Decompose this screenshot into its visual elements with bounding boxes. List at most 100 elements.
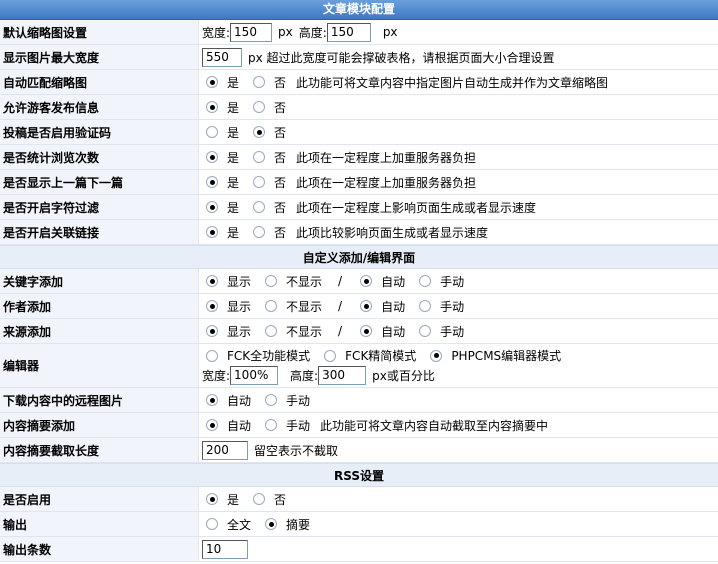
height-label: 高度: xyxy=(298,25,327,40)
px-label: px xyxy=(382,25,398,39)
radio-auto[interactable] xyxy=(360,325,373,337)
row-label: 显示图片最大宽度 xyxy=(0,45,199,69)
radio-yes[interactable] xyxy=(206,101,218,113)
page-title: 文章模块配置 xyxy=(0,0,718,20)
radio-label: 是 xyxy=(227,100,240,115)
radio-no[interactable] xyxy=(253,226,266,238)
radio-yes[interactable] xyxy=(206,76,218,88)
radio-label: 手动 xyxy=(440,324,465,339)
radio-no[interactable] xyxy=(253,176,266,188)
radio-auto[interactable] xyxy=(360,300,373,312)
radio-label: 是 xyxy=(227,150,240,165)
thumb-width-input[interactable]: 150 xyxy=(230,22,273,42)
radio-no[interactable] xyxy=(253,76,266,88)
radio-label: 自动 xyxy=(227,393,252,408)
radio-label: FCK全功能模式 xyxy=(227,349,311,363)
radio-label: 手动 xyxy=(440,299,465,314)
radio-show[interactable] xyxy=(206,325,218,337)
radio-yes[interactable] xyxy=(206,493,218,505)
radio-manual[interactable] xyxy=(419,300,432,312)
radio-hide[interactable] xyxy=(265,300,278,312)
radio-phpcms-editor[interactable] xyxy=(430,349,443,362)
row-label: 关键字添加 xyxy=(0,269,199,293)
note: 此功能可将文章内容自动截取至内容摘要中 xyxy=(320,418,549,433)
radio-auto[interactable] xyxy=(206,419,218,431)
row-hits: 是否统计浏览次数 是 否 此项在一定程度上加重服务器负担 xyxy=(0,145,718,170)
radio-label: 否 xyxy=(274,75,287,90)
radio-full-text[interactable] xyxy=(206,518,218,530)
radio-label: 显示 xyxy=(227,274,252,289)
row-label: 是否显示上一篇下一篇 xyxy=(0,170,199,194)
radio-yes[interactable] xyxy=(206,201,218,213)
row-label: 是否开启关联链接 xyxy=(0,220,199,244)
row-label: 编辑器 xyxy=(0,344,199,387)
row-rss-count: 输出条数 10 xyxy=(0,537,718,562)
radio-no[interactable] xyxy=(253,151,266,163)
row-label: 下载内容中的远程图片 xyxy=(0,388,199,412)
radio-hide[interactable] xyxy=(265,275,278,287)
radio-label: 否 xyxy=(274,492,287,507)
radio-summary[interactable] xyxy=(265,518,278,530)
radio-label: 是 xyxy=(227,125,240,140)
editor-width-input[interactable]: 100% xyxy=(230,366,279,385)
note: 留空表示不截取 xyxy=(254,443,339,458)
radio-no[interactable] xyxy=(253,101,266,113)
radio-no[interactable] xyxy=(253,201,266,213)
radio-manual[interactable] xyxy=(419,325,432,337)
radio-manual[interactable] xyxy=(265,394,278,406)
row-label: 是否启用 xyxy=(0,487,199,511)
radio-yes[interactable] xyxy=(206,126,218,138)
thumb-height-input[interactable]: 150 xyxy=(326,22,371,42)
radio-label: 显示 xyxy=(227,324,252,339)
note: px或百分比 xyxy=(372,369,435,383)
radio-label: 否 xyxy=(274,100,287,115)
radio-auto[interactable] xyxy=(206,394,218,406)
max-width-input[interactable]: 550 xyxy=(202,47,242,67)
row-rss-output: 输出 全文 摘要 xyxy=(0,512,718,537)
radio-yes[interactable] xyxy=(206,151,218,163)
radio-label: FCK精简模式 xyxy=(345,349,417,363)
radio-label: 否 xyxy=(274,225,287,240)
radio-no[interactable] xyxy=(253,126,266,138)
row-rss-enable: 是否启用 是 否 xyxy=(0,487,718,512)
radio-show[interactable] xyxy=(206,275,218,287)
summary-length-input[interactable]: 200 xyxy=(202,440,248,460)
radio-yes[interactable] xyxy=(206,226,218,238)
radio-manual[interactable] xyxy=(265,419,278,431)
row-auto-thumb: 自动匹配缩略图 是 否 此功能可将文章内容中指定图片自动生成并作为文章缩略图 xyxy=(0,70,718,95)
radio-label: 否 xyxy=(274,125,287,140)
note: 此功能可将文章内容中指定图片自动生成并作为文章缩略图 xyxy=(296,75,609,90)
radio-label: 否 xyxy=(274,150,287,165)
radio-no[interactable] xyxy=(253,493,266,505)
row-author: 作者添加 显示 不显示 / 自动 手动 xyxy=(0,294,718,319)
separator: / xyxy=(338,299,343,313)
radio-fck-simple[interactable] xyxy=(324,349,337,362)
row-label: 允许游客发布信息 xyxy=(0,95,199,119)
row-label: 是否开启字符过滤 xyxy=(0,195,199,219)
radio-show[interactable] xyxy=(206,300,218,312)
row-prev-next: 是否显示上一篇下一篇 是 否 此项在一定程度上加重服务器负担 xyxy=(0,170,718,195)
note: 此项在一定程度上加重服务器负担 xyxy=(296,175,477,190)
row-label: 内容摘要添加 xyxy=(0,413,199,437)
radio-label: 是 xyxy=(227,175,240,190)
radio-yes[interactable] xyxy=(206,176,218,188)
radio-label: 不显示 xyxy=(286,299,323,314)
row-label: 自动匹配缩略图 xyxy=(0,70,199,94)
row-summary: 内容摘要添加 自动 手动 此功能可将文章内容自动截取至内容摘要中 xyxy=(0,413,718,438)
radio-manual[interactable] xyxy=(419,275,432,287)
editor-height-input[interactable]: 300 xyxy=(318,366,367,385)
radio-hide[interactable] xyxy=(265,325,278,337)
row-label: 投稿是否启用验证码 xyxy=(0,120,199,144)
row-label: 输出 xyxy=(0,512,199,536)
radio-fck-full[interactable] xyxy=(206,349,218,362)
radio-auto[interactable] xyxy=(360,275,373,287)
rss-count-input[interactable]: 10 xyxy=(202,539,248,559)
radio-label: 全文 xyxy=(227,517,252,532)
row-keyword: 关键字添加 显示 不显示 / 自动 手动 xyxy=(0,269,718,294)
row-editor: 编辑器 FCK全功能模式 FCK精简模式 PHPCMS编辑器模式 宽度: 100… xyxy=(0,344,718,388)
radio-label: 摘要 xyxy=(286,517,311,532)
radio-label: 自动 xyxy=(381,299,406,314)
radio-label: 手动 xyxy=(440,274,465,289)
radio-label: 显示 xyxy=(227,299,252,314)
row-keylink: 是否开启关联链接 是 否 此项比较影响页面生成或者显示速度 xyxy=(0,220,718,245)
